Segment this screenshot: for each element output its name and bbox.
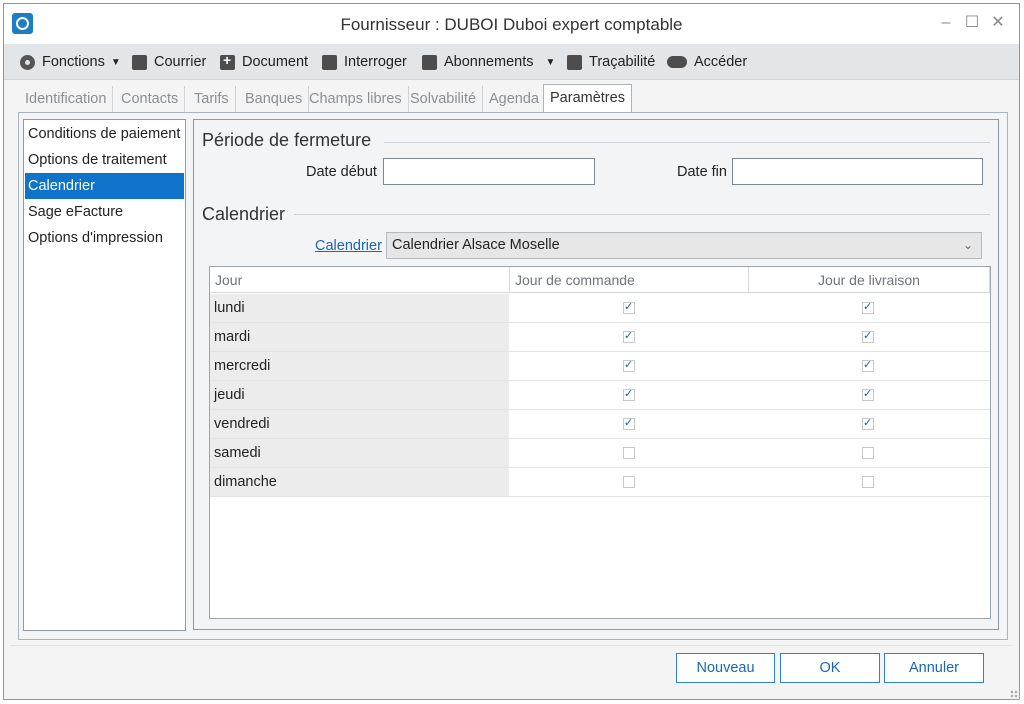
column-header-commande[interactable]: Jour de commande — [510, 267, 749, 293]
commande-checkbox[interactable] — [623, 387, 635, 401]
section-title-periode: Période de fermeture — [202, 130, 372, 150]
table-row[interactable]: mercredi — [210, 352, 990, 381]
word-icon — [132, 54, 147, 70]
close-button[interactable]: ✕ — [988, 13, 1008, 33]
calendar-icon — [422, 54, 437, 70]
chevron-down-icon: ⌄ — [962, 238, 973, 252]
livraison-checkbox[interactable] — [862, 476, 874, 488]
date-debut-label: Date début — [306, 164, 377, 180]
tab-champs-libres[interactable]: Champs libres — [303, 86, 409, 112]
date-fin-field[interactable] — [732, 158, 983, 185]
table-icon — [322, 54, 337, 70]
toolbar-interroger[interactable]: Interroger — [322, 44, 407, 80]
date-debut-field[interactable] — [383, 158, 595, 185]
cloud-icon — [667, 56, 687, 68]
calendrier-link[interactable]: Calendrier — [315, 238, 382, 254]
tab-identification[interactable]: Identification — [19, 86, 114, 112]
maximize-button[interactable]: ☐ — [962, 13, 982, 33]
nouveau-button[interactable]: Nouveau — [676, 653, 775, 683]
sidebar-item-calendrier[interactable]: Calendrier — [25, 173, 184, 199]
jours-grid: Jour Jour de commande Jour de livraison … — [209, 266, 991, 619]
toolbar-document[interactable]: Document — [220, 44, 308, 80]
day-cell: mardi — [210, 323, 509, 351]
section-divider — [294, 214, 990, 215]
livraison-checkbox[interactable] — [862, 416, 874, 430]
livraison-checkbox[interactable] — [862, 387, 874, 401]
table-row[interactable]: lundi — [210, 294, 990, 323]
tab-banques[interactable]: Banques — [239, 86, 310, 112]
chevron-down-icon: ▼ — [110, 56, 121, 68]
toolbar-courrier[interactable]: Courrier — [132, 44, 206, 80]
day-cell: lundi — [210, 294, 509, 322]
commande-checkbox[interactable] — [623, 416, 635, 430]
commande-checkbox[interactable] — [623, 447, 635, 459]
sidebar-item-options-impression[interactable]: Options d'impression — [25, 225, 184, 251]
livraison-checkbox[interactable] — [862, 358, 874, 372]
sidebar-item-sage-efacture[interactable]: Sage eFacture — [25, 199, 184, 225]
minimize-button[interactable]: – — [936, 13, 956, 33]
gear-icon — [20, 54, 35, 70]
day-cell: samedi — [210, 439, 509, 467]
chevron-down-icon: ▼ — [545, 56, 556, 68]
title-bar: Fournisseur : DUBOI Duboi expert comptab… — [4, 4, 1019, 44]
commande-checkbox[interactable] — [623, 329, 635, 343]
date-fin-label: Date fin — [677, 164, 727, 180]
toolbar-courrier-label: Courrier — [154, 54, 207, 70]
commande-checkbox[interactable] — [623, 300, 635, 314]
annuler-button[interactable]: Annuler — [884, 653, 984, 683]
day-cell: mercredi — [210, 352, 509, 380]
toolbar-acceder[interactable]: Accéder — [667, 44, 747, 80]
day-cell: jeudi — [210, 381, 509, 409]
day-cell: dimanche — [210, 468, 509, 496]
toolbar-tracabilite-label: Traçabilité — [589, 54, 656, 70]
toolbar-interroger-label: Interroger — [344, 54, 407, 70]
tab-tarifs[interactable]: Tarifs — [188, 86, 236, 112]
window-title: Fournisseur : DUBOI Duboi expert comptab… — [340, 15, 683, 34]
toolbar-fonctions-label: Fonctions — [42, 54, 105, 70]
toolbar-abonnements-label: Abonnements — [444, 54, 534, 70]
table-row[interactable]: jeudi — [210, 381, 990, 410]
toolbar-document-label: Document — [242, 54, 309, 70]
sidebar-item-conditions-paiement[interactable]: Conditions de paiement — [25, 121, 184, 147]
section-title-calendrier: Calendrier — [202, 204, 286, 224]
toolbar: Fonctions ▼ Courrier Document Interroger… — [4, 44, 1019, 80]
table-row[interactable]: vendredi — [210, 410, 990, 439]
table-row[interactable]: samedi — [210, 439, 990, 468]
column-header-livraison[interactable]: Jour de livraison — [749, 267, 990, 293]
commande-checkbox[interactable] — [623, 358, 635, 372]
livraison-checkbox[interactable] — [862, 300, 874, 314]
toolbar-acceder-label: Accéder — [694, 54, 748, 70]
commande-checkbox[interactable] — [623, 476, 635, 488]
table-row[interactable]: mardi — [210, 323, 990, 352]
resize-grip-icon[interactable] — [1010, 690, 1020, 700]
calendrier-select-value: Calendrier Alsace Moselle — [392, 237, 560, 253]
toolbar-fonctions[interactable]: Fonctions ▼ — [20, 44, 121, 80]
section-divider — [384, 142, 990, 143]
tab-solvabilite[interactable]: Solvabilité — [404, 86, 484, 112]
trace-icon — [567, 54, 582, 70]
column-header-jour[interactable]: Jour — [210, 267, 510, 293]
livraison-checkbox[interactable] — [862, 329, 874, 343]
table-row[interactable]: dimanche — [210, 468, 990, 497]
sidebar-item-options-traitement[interactable]: Options de traitement — [25, 147, 184, 173]
calendrier-select[interactable]: Calendrier Alsace Moselle ⌄ — [386, 232, 982, 259]
tab-contacts[interactable]: Contacts — [115, 86, 186, 112]
tab-agenda[interactable]: Agenda — [483, 86, 546, 112]
toolbar-abonnements[interactable]: Abonnements ▼ — [422, 44, 555, 80]
day-cell: vendredi — [210, 410, 509, 438]
footer-divider — [10, 645, 1012, 646]
toolbar-tracabilite[interactable]: Traçabilité — [567, 44, 655, 80]
tab-parametres[interactable]: Paramètres — [543, 84, 632, 112]
settings-sidebar: Conditions de paiement Options de traite… — [23, 119, 186, 631]
livraison-checkbox[interactable] — [862, 447, 874, 459]
ok-button[interactable]: OK — [780, 653, 880, 683]
document-add-icon — [220, 52, 235, 70]
